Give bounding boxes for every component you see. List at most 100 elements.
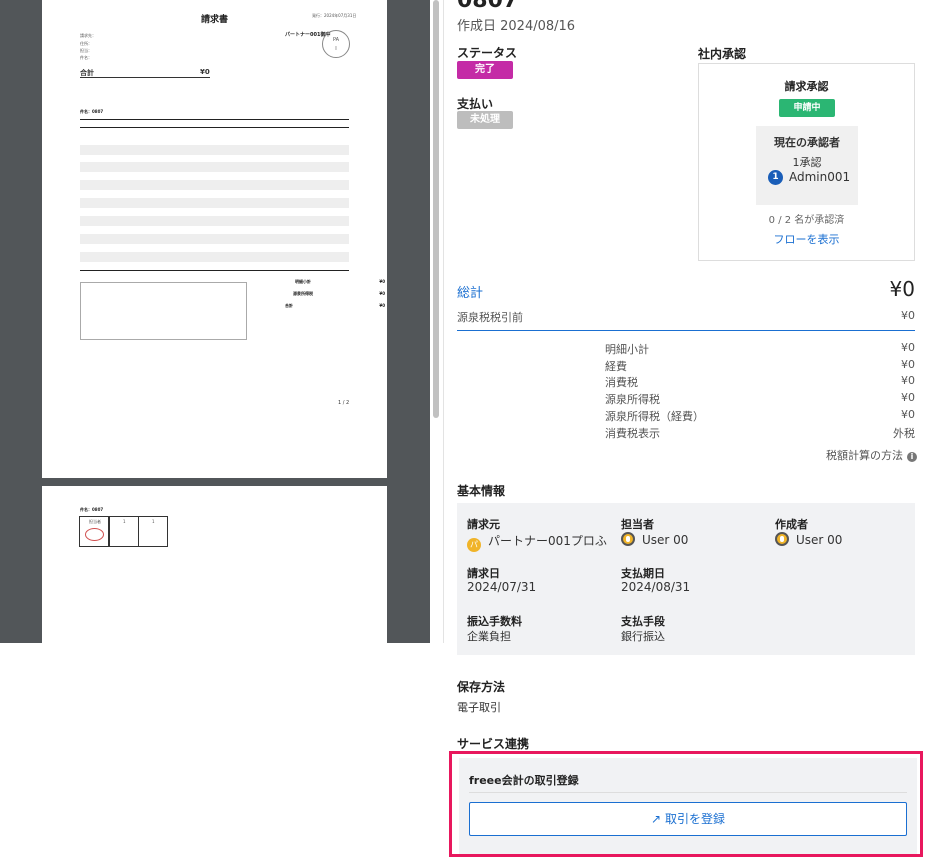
show-flow-link[interactable]: フローを表示 [699,231,914,247]
doc-line-2: 住所： [80,41,92,46]
service-divider [469,792,907,793]
table-stripe [80,145,349,155]
preview-page-1: 請求書 発行：2024年07月31日 パートナー001御中 請求先： 住所： 担… [42,0,387,478]
breakdown-row: 明細小計 ¥0 [605,341,915,357]
preview-scrollbar[interactable] [433,0,441,420]
creator-name: User 00 [796,533,843,547]
approval-count: 0 / 2 名が承認済 [768,215,845,226]
user-avatar-icon [775,532,789,546]
grand-total-value: ¥0 [889,277,915,301]
pretax-label: 源泉税税引前 [457,311,523,324]
doc-line-4: 件名： [80,55,92,60]
breakdown-row: 経費 ¥0 [605,358,915,374]
tax-method-label: 税額計算の方法 [826,449,903,462]
totals-divider [457,330,915,331]
document-number: 0807 [457,0,519,13]
notes-box [80,282,247,340]
created-date: 作成日 2024/08/16 [457,19,576,34]
billing-from-name: パートナー001プロふ [488,534,607,548]
sig-col-2: 1 [123,519,126,524]
grand-total-label[interactable]: 総計 [457,282,483,301]
creator-label: 作成者 [775,518,808,531]
approval-section-label: 社内承認 [698,47,747,61]
doc-summary-1: 明細小計 [295,279,311,284]
fee-value: 企業負担 [467,630,511,643]
approval-card: 請求承認 申請中 現在の承認者 1承認 1 Admin001 0 / 2 名が承… [698,63,915,261]
sig-col-1: 担当者 [89,519,101,524]
tax-method-link[interactable]: 税額計算の方法 i [826,447,917,463]
payment-label: 支払い [457,97,494,111]
breakdown-label: 源泉所得税 [605,393,660,406]
register-transaction-button[interactable]: ↗ 取引を登録 [469,802,907,836]
billing-from-label: 請求元 [467,518,500,531]
table-top-line [80,119,349,120]
table-bottom-line [80,270,349,271]
stamp-text-1: PA [332,37,340,43]
detail-panel: 0807 作成日 2024/08/16 ステータス 完了 支払い 未処理 社内承… [444,0,937,866]
creator-value: User 00 [775,532,842,547]
breakdown-value: ¥0 [901,391,915,404]
doc-line-1: 請求先： [80,33,96,38]
doc-subject: 件名：0807 [80,109,104,114]
table-stripe [80,234,349,244]
company-stamp: PA I [322,30,350,58]
breakdown-label: 消費税 [605,376,638,389]
approval-step: 1承認 [792,156,822,169]
table-stripe [80,180,349,190]
storage-value: 電子取引 [457,701,501,714]
partner-avatar-icon: パ [467,538,481,552]
doc-summary-value-1: ¥0 [379,279,385,284]
breakdown-value: ¥0 [901,374,915,387]
preview-page-2: 件名：0807 担当者 1 1 [42,486,387,643]
service-highlight: freee会計の取引登録 ↗ 取引を登録 [449,751,923,857]
table-stripe [80,252,349,262]
breakdown-label: 源泉所得税（経費） [605,410,704,423]
signature-box: 1 [109,516,139,547]
doc-subject-p2: 件名：0807 [80,507,104,512]
storage-label: 保存方法 [457,680,506,694]
payment-badge: 未処理 [457,111,513,129]
pretax-value: ¥0 [901,309,915,322]
payment-method-value: 銀行振込 [621,630,665,643]
table-stripe [80,198,349,208]
table-stripe [80,216,349,226]
signature-box: 1 [138,516,168,547]
document-preview: 請求書 発行：2024年07月31日 パートナー001御中 請求先： 住所： 担… [0,0,430,643]
due-date-value: 2024/08/31 [621,580,691,594]
breakdown-label: 消費税表示 [605,427,660,440]
due-date-label: 支払期日 [621,567,665,580]
breakdown-label: 明細小計 [605,343,649,356]
table-stripe [80,162,349,172]
service-label: サービス連携 [457,737,530,751]
preview-scroll-thumb[interactable] [433,0,439,418]
signature-box: 担当者 [79,516,109,547]
register-button-label: 取引を登録 [665,812,726,826]
owner-value: User 00 [621,532,688,547]
doc-page-number: 1 / 2 [338,400,350,406]
status-label: ステータス [457,46,518,60]
sig-col-3: 1 [152,519,155,524]
owner-name: User 00 [642,533,689,547]
service-card: freee会計の取引登録 ↗ 取引を登録 [459,758,917,854]
breakdown-value: ¥0 [901,341,915,354]
approval-title: 請求承認 [784,80,829,93]
breakdown-value: ¥0 [901,408,915,421]
basic-info-card: 請求元 パパートナー001プロふ 担当者 User 00 作成者 User 00… [457,503,915,655]
doc-total-underline [80,77,210,78]
doc-summary-2: 源泉所得税 [293,291,313,296]
owner-label: 担当者 [621,518,654,531]
basic-info-label: 基本情報 [457,484,506,498]
breakdown-value: 外税 [893,427,915,440]
info-icon[interactable]: i [907,452,917,462]
breakdown-row: 消費税表示 外税 [605,425,915,441]
fee-label: 振込手数料 [467,615,522,628]
doc-line-3: 担当： [80,48,92,53]
breakdown-row: 源泉所得税（経費） ¥0 [605,408,915,424]
stamp-text-2: I [335,46,337,52]
current-approver-box: 現在の承認者 1承認 1 Admin001 [756,126,858,205]
doc-summary-3: 合計 [285,303,293,308]
approval-stamp [85,528,104,541]
breakdown-row: 消費税 ¥0 [605,374,915,390]
billing-date-value: 2024/07/31 [467,580,537,594]
payment-method-label: 支払手段 [621,615,665,628]
